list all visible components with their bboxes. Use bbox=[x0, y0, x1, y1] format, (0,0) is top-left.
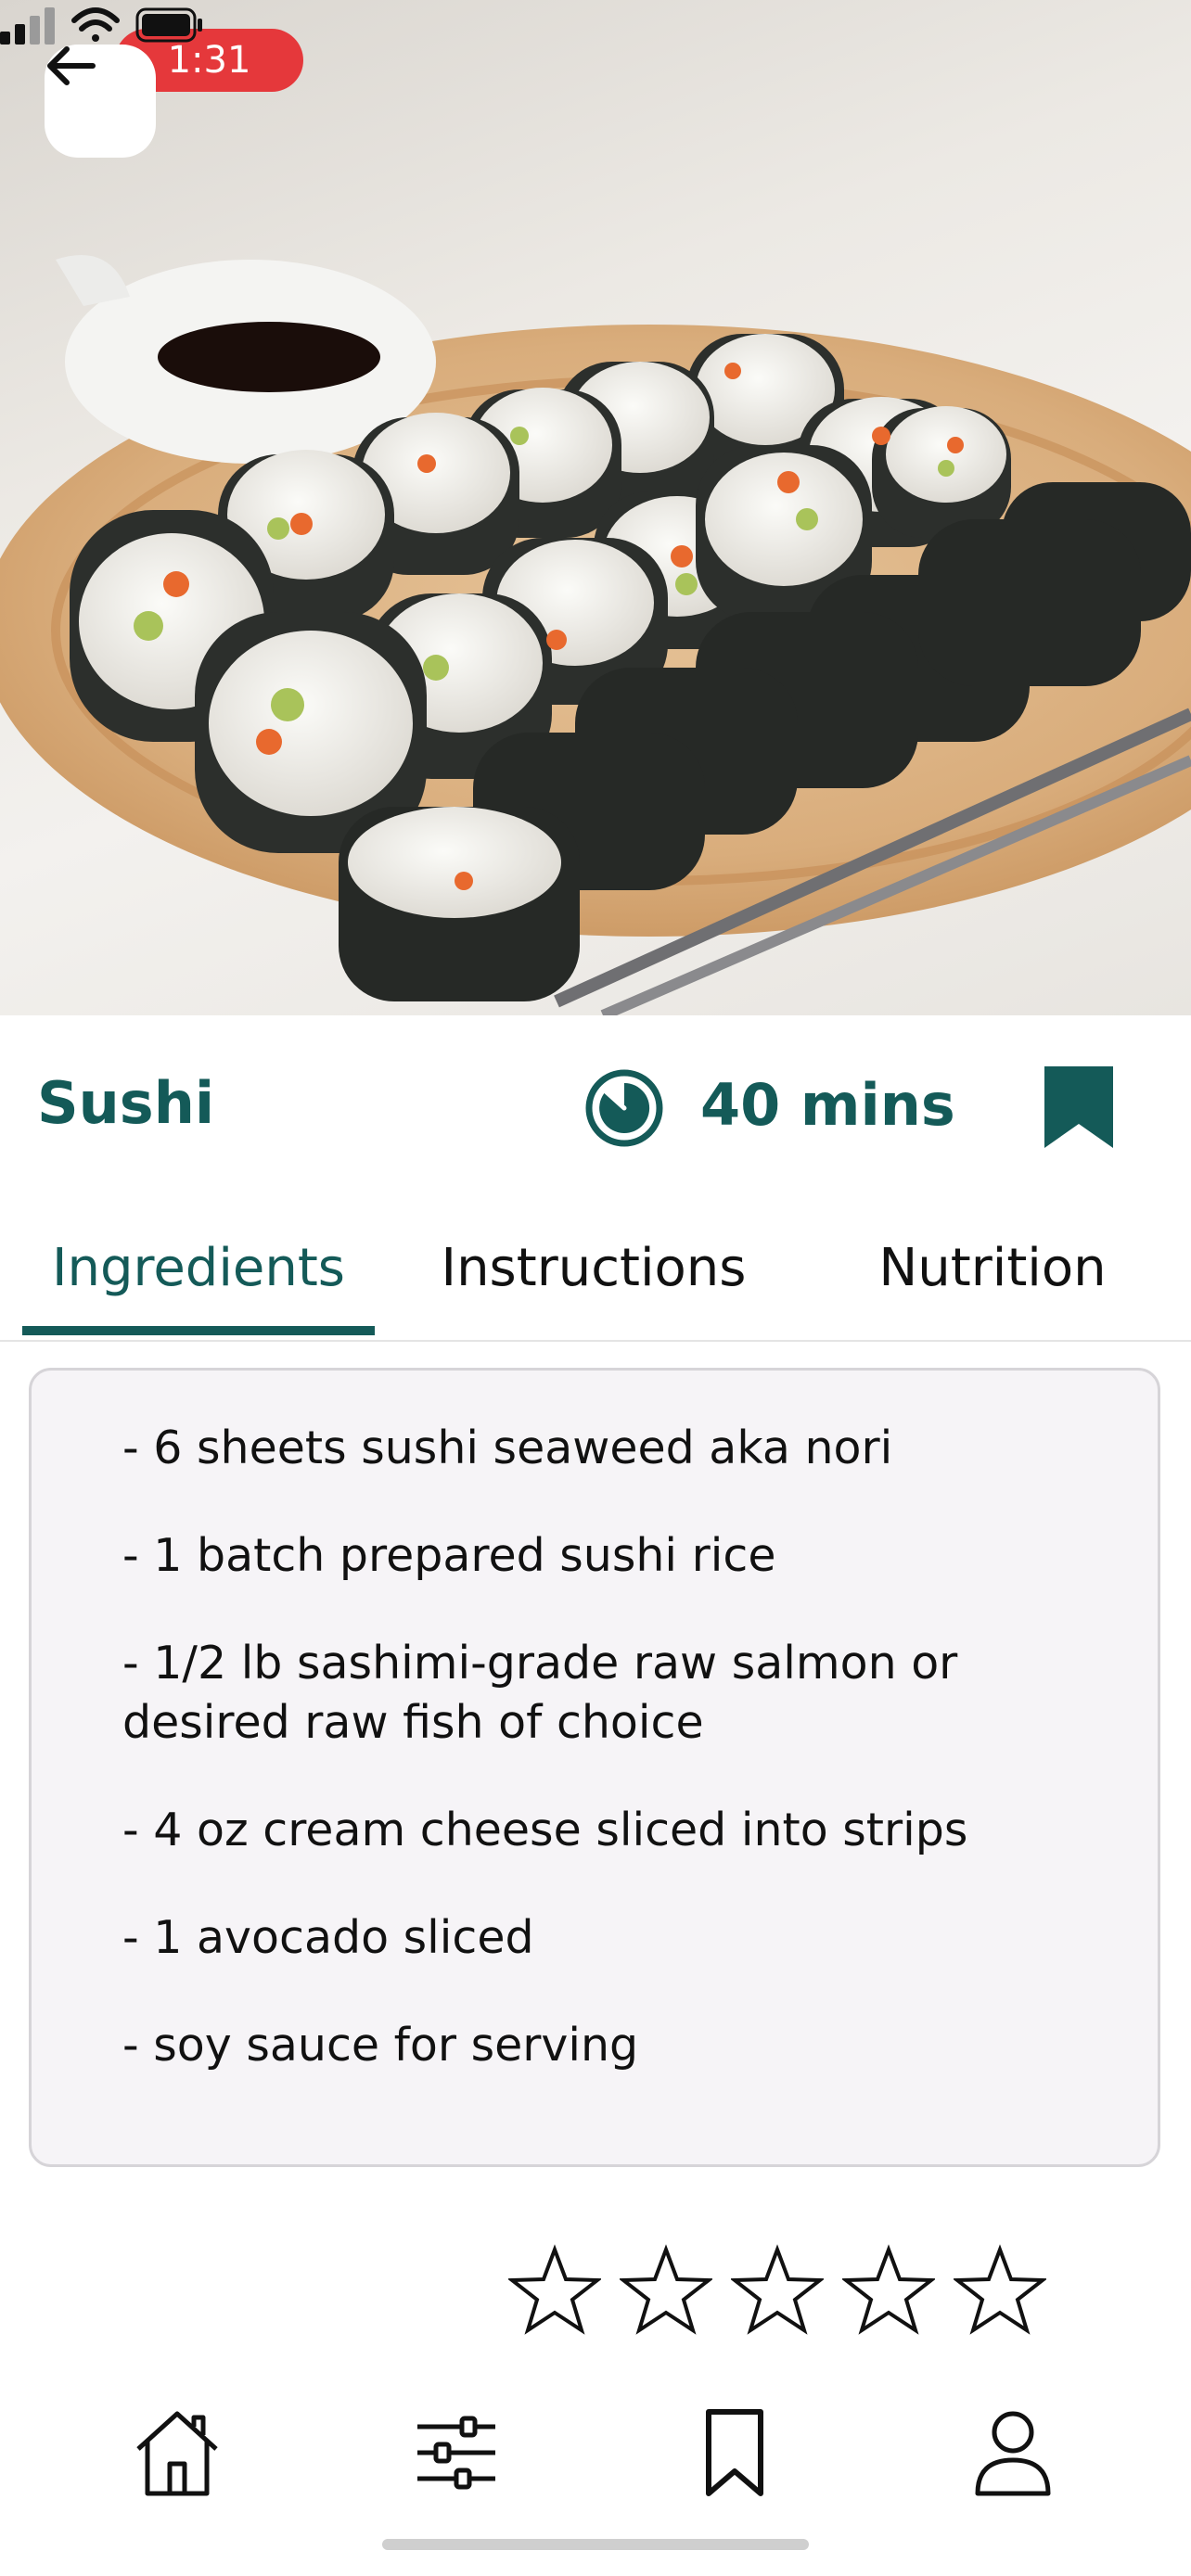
ingredients-card: - 6 sheets sushi seaweed aka nori - 1 ba… bbox=[29, 1368, 1160, 2167]
recipe-hero-image: 1:31 bbox=[0, 0, 1191, 1015]
home-icon bbox=[136, 2411, 218, 2496]
recipe-header: Sushi 40 mins bbox=[0, 1015, 1191, 1182]
cook-time: 40 mins bbox=[700, 1071, 955, 1139]
active-tab-indicator bbox=[22, 1326, 375, 1335]
sushi-photo bbox=[0, 255, 1191, 1015]
nav-saved[interactable] bbox=[684, 2402, 786, 2504]
star-icon[interactable] bbox=[842, 2244, 935, 2337]
status-icons bbox=[0, 7, 202, 45]
back-button[interactable] bbox=[45, 45, 156, 158]
tab-nutrition[interactable]: Nutrition bbox=[826, 1238, 1159, 1298]
nav-home[interactable] bbox=[126, 2402, 228, 2504]
bookmark-icon bbox=[706, 2409, 763, 2496]
nav-filters[interactable] bbox=[405, 2402, 507, 2504]
bookmark-recipe-button[interactable] bbox=[1044, 1066, 1113, 1148]
tab-ingredients[interactable]: Ingredients bbox=[22, 1238, 375, 1298]
battery-icon bbox=[135, 7, 202, 43]
nav-profile[interactable] bbox=[962, 2402, 1064, 2504]
recipe-tabs: Ingredients Instructions Nutrition bbox=[0, 1182, 1191, 1342]
home-indicator bbox=[382, 2539, 809, 2550]
tab-instructions[interactable]: Instructions bbox=[408, 1238, 779, 1298]
profile-icon bbox=[975, 2411, 1051, 2496]
star-icon[interactable] bbox=[620, 2244, 712, 2337]
star-rating bbox=[508, 2244, 1046, 2337]
timer-icon bbox=[585, 1069, 663, 1147]
list-item: - 1 avocado sliced bbox=[122, 1911, 534, 1964]
wifi-icon bbox=[71, 7, 120, 42]
list-item: - 1/2 lb sashimi-grade raw salmon or des… bbox=[122, 1637, 958, 1749]
ingredients-list: - 6 sheets sushi seaweed aka nori - 1 ba… bbox=[122, 1419, 1124, 2123]
star-icon[interactable] bbox=[731, 2244, 824, 2337]
sliders-icon bbox=[417, 2416, 495, 2490]
list-item: - 1 batch prepared sushi rice bbox=[122, 1529, 776, 1582]
recipe-title: Sushi bbox=[37, 1069, 215, 1137]
bookmark-icon bbox=[1044, 1066, 1113, 1148]
bottom-nav bbox=[0, 2374, 1191, 2531]
list-item: - 6 sheets sushi seaweed aka nori bbox=[122, 1422, 893, 1474]
list-item: - 4 oz cream cheese sliced into strips bbox=[122, 1804, 968, 1856]
star-icon[interactable] bbox=[954, 2244, 1046, 2337]
list-item: - soy sauce for serving bbox=[122, 2019, 639, 2072]
signal-icon bbox=[0, 7, 55, 45]
star-icon[interactable] bbox=[508, 2244, 601, 2337]
